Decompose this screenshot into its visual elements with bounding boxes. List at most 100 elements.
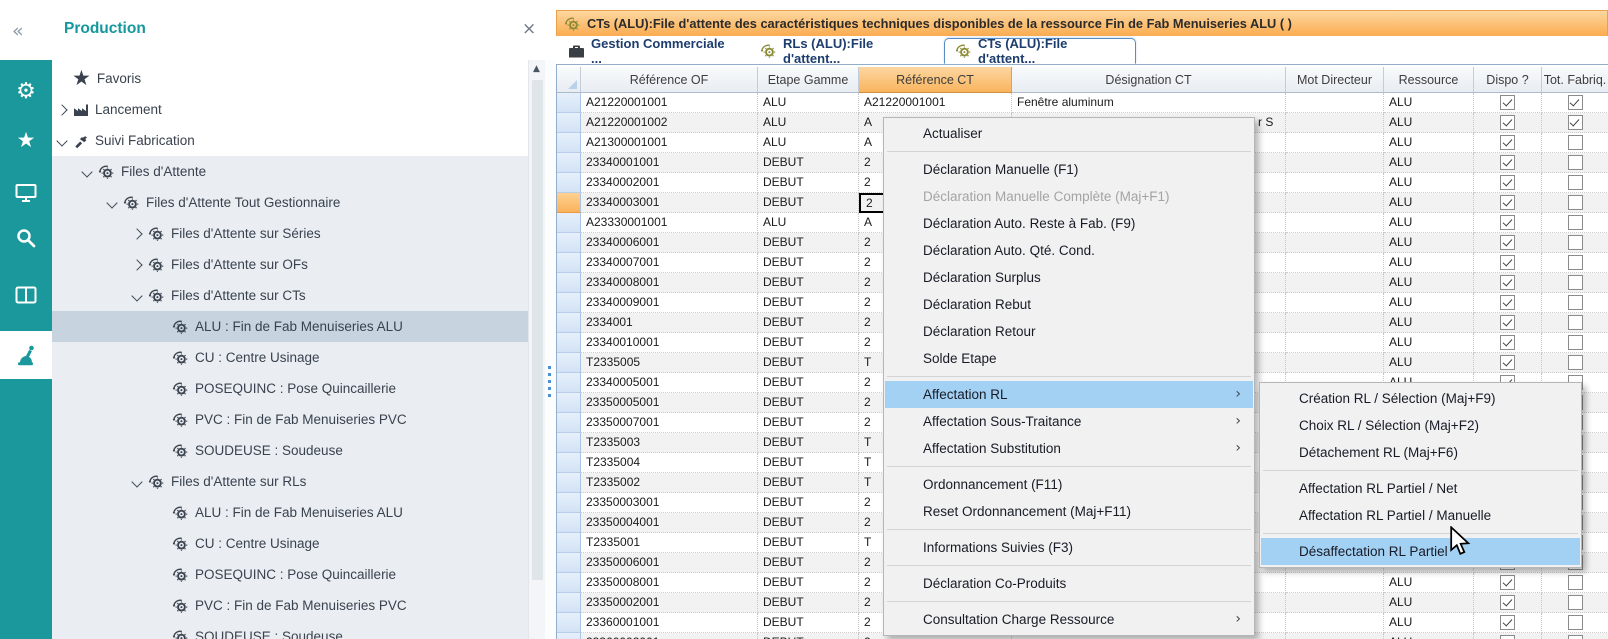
checkbox-tot-unchecked[interactable] [1568, 215, 1583, 230]
tree-item-files-d-attente-sur-cts[interactable]: Files d'Attente sur CTs [52, 280, 528, 311]
cell-of[interactable]: A21220001001 [581, 93, 758, 113]
cell-dispo[interactable] [1474, 593, 1542, 613]
checkbox-dispo-checked[interactable] [1500, 295, 1515, 310]
cell-dispo[interactable] [1474, 173, 1542, 193]
context-menu-item-ordonnancement-f11[interactable]: Ordonnancement (F11) [885, 471, 1253, 498]
cell-of[interactable]: T2335005 [581, 353, 758, 373]
checkbox-tot-checked[interactable] [1568, 95, 1583, 110]
row-selector[interactable] [557, 153, 581, 173]
tree-item-files-d-attente[interactable]: Files d'Attente [52, 156, 528, 187]
cell-etape[interactable]: ALU [758, 113, 859, 133]
row-selector[interactable] [557, 493, 581, 513]
cell-etape[interactable]: DEBUT [758, 453, 859, 473]
chevron-down-icon[interactable] [106, 197, 117, 208]
cell-tot[interactable] [1542, 113, 1608, 133]
row-selector[interactable] [557, 273, 581, 293]
cell-mot[interactable] [1286, 233, 1384, 253]
cell-ressource[interactable]: ALU [1384, 593, 1474, 613]
cell-mot[interactable] [1286, 113, 1384, 133]
cell-ct[interactable]: A21220001001 [859, 93, 1012, 113]
cell-dispo[interactable] [1474, 213, 1542, 233]
checkbox-tot-unchecked[interactable] [1568, 595, 1583, 610]
row-selector[interactable] [557, 553, 581, 573]
cell-ressource[interactable]: ALU [1384, 113, 1474, 133]
tree-item-pvc-fin-de-fab-menuiseries-pvc[interactable]: PVC : Fin de Fab Menuiseries PVC [52, 404, 528, 435]
cell-etape[interactable]: DEBUT [758, 273, 859, 293]
context-menu-item-d-claration-rebut[interactable]: Déclaration Rebut [885, 291, 1253, 318]
cell-tot[interactable] [1542, 253, 1608, 273]
cell-of[interactable]: 23340007001 [581, 253, 758, 273]
row-selector[interactable] [557, 613, 581, 633]
context-menu-item-affectation-sous-traitance[interactable]: Affectation Sous-Traitance› [885, 408, 1253, 435]
tree-item-favoris[interactable]: ★Favoris [52, 63, 528, 94]
submenu-item-d-tachement-rl-maj-f6[interactable]: Détachement RL (Maj+F6) [1261, 439, 1580, 466]
cell-etape[interactable]: DEBUT [758, 293, 859, 313]
tree-item-soudeuse-soudeuse[interactable]: SOUDEUSE : Soudeuse [52, 435, 528, 466]
cell-of[interactable]: 23360002001 [581, 633, 758, 639]
cell-of[interactable]: A23330001001 [581, 213, 758, 233]
cell-dispo[interactable] [1474, 313, 1542, 333]
context-menu-item-d-claration-manuelle-f1[interactable]: Déclaration Manuelle (F1) [885, 156, 1253, 183]
cell-mot[interactable] [1286, 173, 1384, 193]
sidebar-item-gear[interactable]: ⚙ [0, 68, 52, 116]
checkbox-tot-unchecked[interactable] [1568, 255, 1583, 270]
chevron-down-icon[interactable] [131, 290, 142, 301]
cell-mot[interactable] [1286, 153, 1384, 173]
chevron-down-icon[interactable] [81, 166, 92, 177]
context-menu-item-actualiser[interactable]: Actualiser [885, 120, 1253, 147]
tab-cts-file-attente[interactable]: CTs (ALU):File d'attent... [944, 38, 1136, 64]
context-menu-item-affectation-substitution[interactable]: Affectation Substitution› [885, 435, 1253, 462]
cell-ressource[interactable]: ALU [1384, 353, 1474, 373]
cell-ressource[interactable]: ALU [1384, 633, 1474, 639]
panel-splitter[interactable] [545, 60, 556, 639]
cell-ressource[interactable]: ALU [1384, 273, 1474, 293]
column-header-ressource[interactable]: Ressource [1384, 67, 1474, 93]
context-menu-item-d-claration-auto-qt-cond[interactable]: Déclaration Auto. Qté. Cond. [885, 237, 1253, 264]
cell-dispo[interactable] [1474, 333, 1542, 353]
cell-etape[interactable]: DEBUT [758, 393, 859, 413]
checkbox-dispo-checked[interactable] [1500, 155, 1515, 170]
tree-item-files-d-attente-sur-rls[interactable]: Files d'Attente sur RLs [52, 466, 528, 497]
chevron-down-icon[interactable] [131, 476, 142, 487]
checkbox-tot-unchecked[interactable] [1568, 315, 1583, 330]
checkbox-tot-unchecked[interactable] [1568, 615, 1583, 630]
cell-dispo[interactable] [1474, 613, 1542, 633]
checkbox-dispo-checked[interactable] [1500, 595, 1515, 610]
chevron-down-icon[interactable] [56, 135, 67, 146]
cell-dispo[interactable] [1474, 113, 1542, 133]
sidebar-item-robot-arm[interactable] [0, 331, 52, 379]
column-header-mot[interactable]: Mot Directeur [1286, 67, 1384, 93]
row-selector[interactable] [557, 193, 581, 213]
context-menu-item-reset-ordonnancement-maj-f11[interactable]: Reset Ordonnancement (Maj+F11) [885, 498, 1253, 525]
column-header-etape[interactable]: Etape Gamme [758, 67, 859, 93]
cell-of[interactable]: 23340008001 [581, 273, 758, 293]
cell-ressource[interactable]: ALU [1384, 293, 1474, 313]
row-selector[interactable] [557, 533, 581, 553]
cell-tot[interactable] [1542, 173, 1608, 193]
cell-etape[interactable]: DEBUT [758, 553, 859, 573]
tree-item-alu-fin-de-fab-menuiseries-alu[interactable]: ALU : Fin de Fab Menuiseries ALU [52, 311, 528, 342]
checkbox-dispo-checked[interactable] [1500, 355, 1515, 370]
cell-of[interactable]: 23340006001 [581, 233, 758, 253]
scrollbar-thumb[interactable] [532, 80, 543, 580]
cell-tot[interactable] [1542, 573, 1608, 593]
sidebar-item-search[interactable] [0, 214, 52, 262]
row-selector[interactable] [557, 333, 581, 353]
cell-tot[interactable] [1542, 593, 1608, 613]
cell-tot[interactable] [1542, 193, 1608, 213]
cell-tot[interactable] [1542, 153, 1608, 173]
cell-ressource[interactable]: ALU [1384, 213, 1474, 233]
row-selector[interactable] [557, 573, 581, 593]
checkbox-tot-unchecked[interactable] [1568, 295, 1583, 310]
cell-ressource[interactable]: ALU [1384, 333, 1474, 353]
sidebar-item-split-columns[interactable] [0, 271, 52, 319]
tree-item-cu-centre-usinage[interactable]: CU : Centre Usinage [52, 342, 528, 373]
sidebar-item-star[interactable]: ★ [0, 116, 52, 164]
column-header-designation[interactable]: Désignation CT [1012, 67, 1286, 93]
row-selector[interactable] [557, 133, 581, 153]
row-selector[interactable] [557, 593, 581, 613]
context-menu-item-solde-etape[interactable]: Solde Etape [885, 345, 1253, 372]
cell-etape[interactable]: DEBUT [758, 333, 859, 353]
tab-gestion-commerciale[interactable]: Gestion Commerciale ... [558, 38, 746, 64]
tree-item-posequinc-pose-quincaillerie[interactable]: POSEQUINC : Pose Quincaillerie [52, 373, 528, 404]
